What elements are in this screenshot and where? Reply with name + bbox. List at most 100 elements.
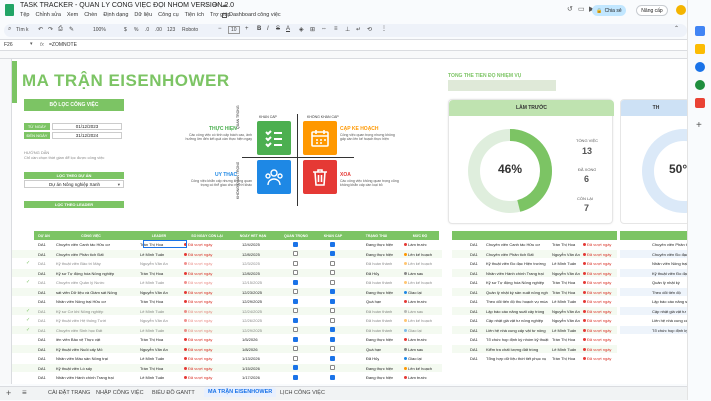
borders-icon[interactable]: ⊞ xyxy=(310,26,315,33)
paint-format-icon[interactable]: ✎ xyxy=(69,26,74,33)
italic-icon[interactable]: I xyxy=(267,26,269,32)
valign-icon[interactable]: ⊥ xyxy=(345,26,350,33)
important-checkbox[interactable] xyxy=(293,270,298,275)
sheet-tab[interactable]: LỊCH CÔNG VIỆC xyxy=(280,390,325,396)
urgent-checkbox[interactable] xyxy=(330,289,335,294)
menu-item[interactable]: Tệp xyxy=(20,12,29,20)
bold-icon[interactable]: B xyxy=(257,26,261,32)
table3-row[interactable]: Tổ chức họp định kỳ xyxy=(620,325,687,334)
table-row[interactable]: ✓ DA1 Kỹ thuật viên Bảo trì Máy Nguyễn Văn … xyxy=(12,259,442,267)
table-row[interactable]: ✓ DA1 Kỹ thuật viên Hệ thống Tưới Nguyễn Vă… xyxy=(12,316,442,324)
redo-icon[interactable]: ↷ xyxy=(48,26,53,33)
important-checkbox[interactable] xyxy=(293,260,298,266)
q2-box[interactable] xyxy=(303,121,337,155)
contacts-app-icon[interactable] xyxy=(695,80,705,90)
important-checkbox[interactable] xyxy=(293,289,298,294)
important-checkbox[interactable] xyxy=(293,327,298,332)
q3-box[interactable] xyxy=(257,160,291,194)
menu-item[interactable]: Định dạng xyxy=(103,12,128,20)
table2-row[interactable]: DA1 Nhân viên Hành chính Trang trại Nguyễn… xyxy=(452,268,617,277)
merge-icon[interactable]: ⇔ xyxy=(321,26,327,32)
row-check-icon[interactable]: ✓ xyxy=(26,308,30,314)
urgent-checkbox[interactable] xyxy=(330,298,335,304)
important-checkbox[interactable] xyxy=(293,241,298,247)
table2-row[interactable]: DA1 Liên hệ nhà cung cấp vật tư nông Lê Mi… xyxy=(452,325,617,334)
percent-button[interactable]: % xyxy=(134,27,138,33)
table2-row[interactable]: DA1 Kỹ thuật viên Đo đạc Hiện trường Lê Mi… xyxy=(452,259,617,267)
important-checkbox[interactable] xyxy=(293,346,298,351)
table2-row[interactable]: DA1 Cập nhật giá vật tư nông nghiệp Nguyễn… xyxy=(452,316,617,324)
table-row[interactable]: ✓ DA1 Chuyên viên Sinh học Đất Lê Minh Tuấn… xyxy=(12,325,442,334)
sheets-logo-icon[interactable] xyxy=(5,4,14,16)
tasks-app-icon[interactable] xyxy=(695,62,705,72)
more-icon[interactable]: ⋮ xyxy=(381,25,387,32)
align-icon[interactable]: ≡ xyxy=(334,26,338,32)
search-menus[interactable]: Tìm k xyxy=(16,27,29,33)
urgent-checkbox[interactable] xyxy=(330,346,335,351)
table3-row[interactable]: Theo dõi tiến độ xyxy=(620,287,687,296)
menu-item[interactable]: Công cụ xyxy=(158,12,179,20)
avatar[interactable] xyxy=(676,5,686,15)
rotate-icon[interactable]: ⟲ xyxy=(367,26,372,33)
currency-button[interactable]: $ xyxy=(124,27,127,33)
table-row[interactable]: DA1 Kỹ sư Tự động hóa Nông nghiệp Trần Thị… xyxy=(12,268,442,277)
row-headers[interactable] xyxy=(0,59,12,384)
zoom-select[interactable]: 100% xyxy=(93,27,106,33)
menu-item[interactable]: Xem xyxy=(67,12,78,20)
table3-row[interactable]: Liên hệ nhà cung cấp xyxy=(620,316,687,324)
table-row[interactable]: DA1 Nhân viên Nông trại Hữu cơ Trần Thị Ho… xyxy=(12,297,442,305)
sheet-tab[interactable]: BIỂU ĐỒ GANTT xyxy=(152,390,195,396)
q4-box[interactable] xyxy=(303,160,337,194)
star-icon[interactable]: ☆ xyxy=(203,1,209,9)
menu-item[interactable]: Tiện ích xyxy=(185,12,204,20)
table3-row[interactable]: Cập nhật giá vật tư xyxy=(620,306,687,315)
important-checkbox[interactable] xyxy=(293,251,298,256)
table-row[interactable]: ✓ DA1 Chuyên viên Quản lý Nước Lê Minh Tuấn… xyxy=(12,278,442,286)
all-sheets-icon[interactable]: ≡ xyxy=(22,388,27,397)
calendar-app-icon[interactable] xyxy=(695,26,705,36)
print-icon[interactable]: ⎙ xyxy=(58,26,63,33)
menu-item[interactable]: Chèn xyxy=(84,12,97,20)
table-row[interactable]: DA1 Kỹ thuật viên Nuôi cấy Mô Nguyễn Văn A… xyxy=(12,344,442,353)
important-checkbox[interactable] xyxy=(293,365,298,370)
important-checkbox[interactable] xyxy=(293,298,298,304)
table2-row[interactable]: DA1 Chuyên viên Phân tích Đất Nguyễn Văn A… xyxy=(452,249,617,258)
q1-box[interactable] xyxy=(257,121,291,155)
table2-row[interactable]: DA1 Chuyên viên Canh tác Hữu cơ Trần Thị H… xyxy=(452,240,617,248)
table2-row[interactable]: DA1 Lập báo cáo năng suất cây trồng Nguyễn… xyxy=(452,306,617,315)
table2-row[interactable]: DA1 Kiểm tra chất lượng đất trồng Lê Minh … xyxy=(452,344,617,353)
table-row[interactable]: DA1 Chuyên viên Canh tác Hữu cơ Trần Thị H… xyxy=(12,240,442,248)
search-icon[interactable]: ⌕ xyxy=(8,26,11,33)
formula-input[interactable]: =ZOMNOTE xyxy=(49,42,77,48)
strikethrough-icon[interactable]: S xyxy=(276,26,280,32)
important-checkbox[interactable] xyxy=(293,336,298,342)
table-row[interactable]: DA1 Nhân viên Máu sản Nông trại Lê Minh Tu… xyxy=(12,354,442,362)
sheet-tab[interactable]: CÀI ĐẶT TRANG xyxy=(48,390,90,396)
comment-icon[interactable]: ▭ xyxy=(578,5,585,13)
maps-app-icon[interactable] xyxy=(695,98,705,108)
table3-row[interactable]: Lập báo cáo năng suất xyxy=(620,297,687,305)
from-date-value[interactable]: 01/12/2023 xyxy=(52,123,122,130)
table-row[interactable]: DA1 sát viên Dữ liệu và Giám sát Nông Nguy… xyxy=(12,287,442,296)
row-check-icon[interactable]: ✓ xyxy=(26,279,30,285)
undo-icon[interactable]: ↶ xyxy=(38,26,43,33)
table2-row[interactable]: DA1 Kỹ sư Tự động hóa Nông nghiệp Trần Thị… xyxy=(452,278,617,286)
font-size-increase[interactable]: + xyxy=(245,26,249,32)
sheet-tab[interactable]: NHẬP CÔNG VIỆC xyxy=(96,390,144,396)
font-select[interactable]: Roboto xyxy=(182,27,198,33)
table2-row[interactable]: DA1 Tổ chức họp định kỳ nhóm kỹ thuật Trần… xyxy=(452,335,617,343)
table2-row[interactable]: DA1 Quản lý nhật ký sản xuất nông ngh Trần… xyxy=(452,287,617,296)
wrap-icon[interactable]: ↵ xyxy=(356,26,361,33)
to-date-value[interactable]: 31/12/2024 xyxy=(52,132,122,139)
urgent-checkbox[interactable] xyxy=(330,317,335,323)
text-color-icon[interactable]: A xyxy=(286,26,290,32)
urgent-checkbox[interactable] xyxy=(330,336,335,342)
urgent-checkbox[interactable] xyxy=(330,279,335,285)
table3-row[interactable]: Nhân viên Nông trại xyxy=(620,259,687,267)
table-row[interactable]: DA1 Nhân viên Hành chính Trang trại Lê Min… xyxy=(12,373,442,381)
font-size-input[interactable]: 10 xyxy=(228,26,240,34)
important-checkbox[interactable] xyxy=(293,317,298,323)
urgent-checkbox[interactable] xyxy=(330,374,335,380)
more-formats-icon[interactable]: 123 xyxy=(167,27,175,33)
important-checkbox[interactable] xyxy=(293,308,298,313)
